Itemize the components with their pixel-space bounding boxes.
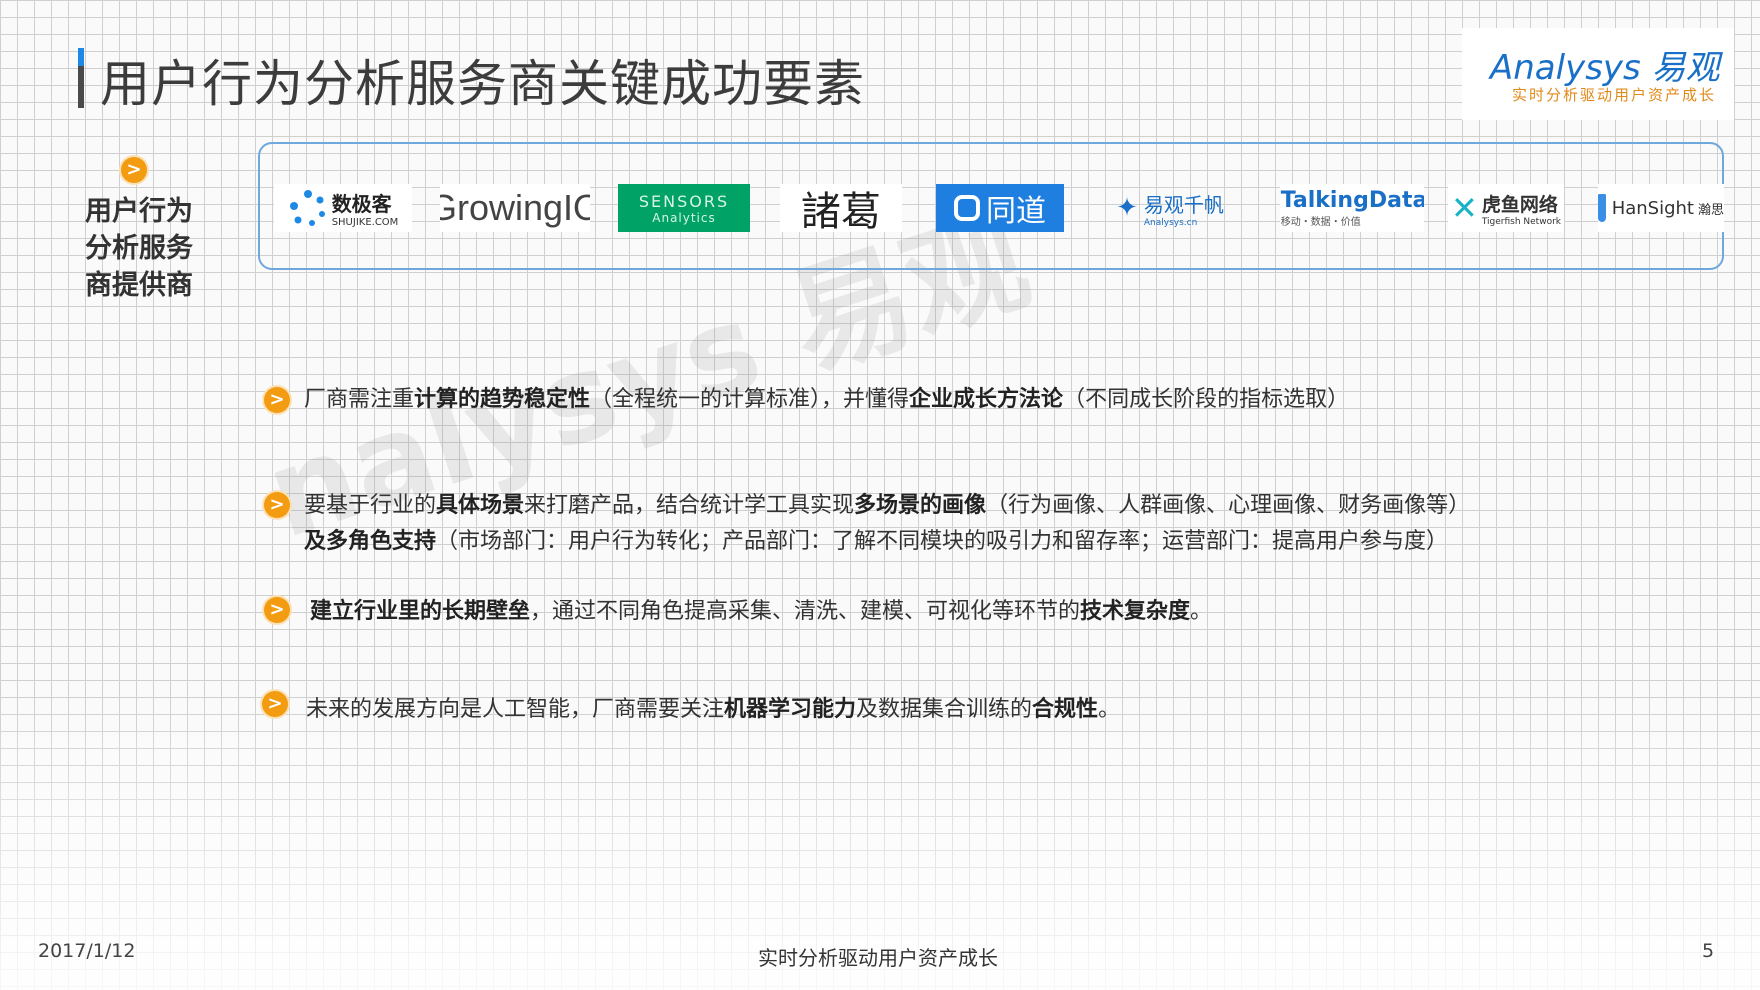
brand-name: Analysys 易观 (1490, 48, 1720, 88)
brand-slogan: 实时分析驱动用户资产成长 (1512, 86, 1717, 104)
provider-name: HanSight (1611, 197, 1694, 219)
point-text: （市场部门：用户行为转化；产品部门：了解不同模块的吸引力和留存率；运营部门：提高… (436, 529, 1449, 554)
point-emphasis: 计算的趋势稳定性 (414, 387, 591, 412)
key-point: 厂商需注重计算的趋势稳定性（全程统一的计算标准），并懂得企业成长方法论（不同成长… (304, 382, 1349, 418)
chevron-bullet-icon: > (264, 597, 290, 623)
point-emphasis: 建立行业里的长期壁垒 (310, 599, 531, 624)
point-emphasis: 技术复杂度 (1080, 599, 1191, 624)
dots-icon (289, 190, 325, 226)
point-emphasis: 企业成长方法论 (909, 387, 1064, 412)
chevron-bullet-icon: > (264, 387, 290, 413)
key-point: 建立行业里的长期壁垒，通过不同角色提高采集、清洗、建模、可视化等环节的技术复杂度… (310, 594, 1212, 630)
point-text: 来打磨产品，结合统计学工具实现 (524, 493, 855, 518)
provider-name: TalkingData (1280, 188, 1424, 213)
logo-zhuge: 諸葛 (780, 184, 902, 232)
logo-sensors: SENSORS Analytics (618, 184, 750, 232)
point-emphasis: 及多角色支持 (304, 529, 437, 554)
key-point: 未来的发展方向是人工智能，厂商需要关注机器学习能力及数据集合训练的合规性。 (306, 692, 1120, 728)
point-text: （全程统一的计算标准），并懂得 (590, 387, 910, 412)
chevron-bullet-icon: > (262, 691, 288, 717)
footer-slogan: 实时分析驱动用户资产成长 (758, 946, 998, 970)
logo-hansight: HanSight 瀚思 (1598, 184, 1724, 232)
provider-logos-panel: 数极客 SHUJIKE.COM GrowingIO SENSORS Analyt… (258, 142, 1724, 270)
star-icon: ✦ (1116, 193, 1138, 223)
point-emphasis: 合规性 (1032, 697, 1099, 722)
point-text: （不同成长阶段的指标选取） (1063, 387, 1350, 412)
shield-icon (1598, 194, 1606, 222)
logo-talkingdata: TalkingData 移动・数据・价值 (1280, 184, 1424, 232)
provider-sub: Analytics (652, 210, 716, 225)
title-bar-accent (78, 48, 84, 66)
provider-name: 易观千帆 (1143, 192, 1224, 217)
provider-name: 数极客 (331, 192, 392, 216)
page-title: 用户行为分析服务商关键成功要素 (100, 55, 865, 113)
x-mark-icon: ✕ (1451, 189, 1478, 227)
key-point: 要基于行业的具体场景来打磨产品，结合统计学工具实现多场景的画像（行为画像、人群画… (304, 488, 1470, 560)
brand-logo: Analysys 易观 实时分析驱动用户资产成长 (1462, 28, 1734, 120)
point-text: 。 (1098, 697, 1121, 722)
point-text: 厂商需注重 (304, 387, 415, 412)
side-label: 用户行为分析服务商提供商 (85, 196, 193, 301)
provider-sub: Tigerfish Network (1481, 216, 1561, 227)
point-text: 未来的发展方向是人工智能，厂商需要关注 (306, 697, 725, 722)
chevron-bullet-icon: > (121, 157, 147, 183)
point-emphasis: 多场景的画像 (854, 493, 987, 518)
provider-sub: Analysys.cn (1143, 217, 1198, 228)
point-text: 要基于行业的 (304, 493, 437, 518)
footer-date: 2017/1/12 (38, 940, 136, 962)
point-emphasis: 具体场景 (436, 493, 525, 518)
point-text: ，通过不同角色提高采集、清洗、建模、可视化等环节的 (530, 599, 1081, 624)
logo-shujike: 数极客 SHUJIKE.COM (274, 184, 412, 232)
provider-sub: 移动・数据・价值 (1280, 217, 1361, 228)
logo-growingio: GrowingIO (440, 184, 590, 232)
logo-tigerfish: ✕ 虎鱼网络 Tigerfish Network (1448, 184, 1564, 232)
point-text: 及数据集合训练的 (856, 697, 1033, 722)
provider-name: 虎鱼网络 (1481, 193, 1558, 216)
provider-name: SENSORS (638, 191, 730, 211)
q-icon (954, 195, 980, 221)
page-number: 5 (1702, 940, 1715, 962)
provider-sub: 瀚思 (1697, 202, 1724, 218)
provider-name: 同道 (986, 194, 1046, 229)
point-text: （行为画像、人群画像、心理画像、财务画像等） (986, 493, 1471, 518)
provider-sub: SHUJIKE.COM (331, 217, 399, 228)
point-emphasis: 机器学习能力 (724, 697, 857, 722)
logo-tongdao: 同道 (936, 184, 1064, 232)
logo-yiguan-qianfan: ✦ 易观千帆 Analysys.cn (1096, 184, 1244, 232)
point-text: 。 (1190, 599, 1213, 624)
chevron-bullet-icon: > (264, 492, 290, 518)
